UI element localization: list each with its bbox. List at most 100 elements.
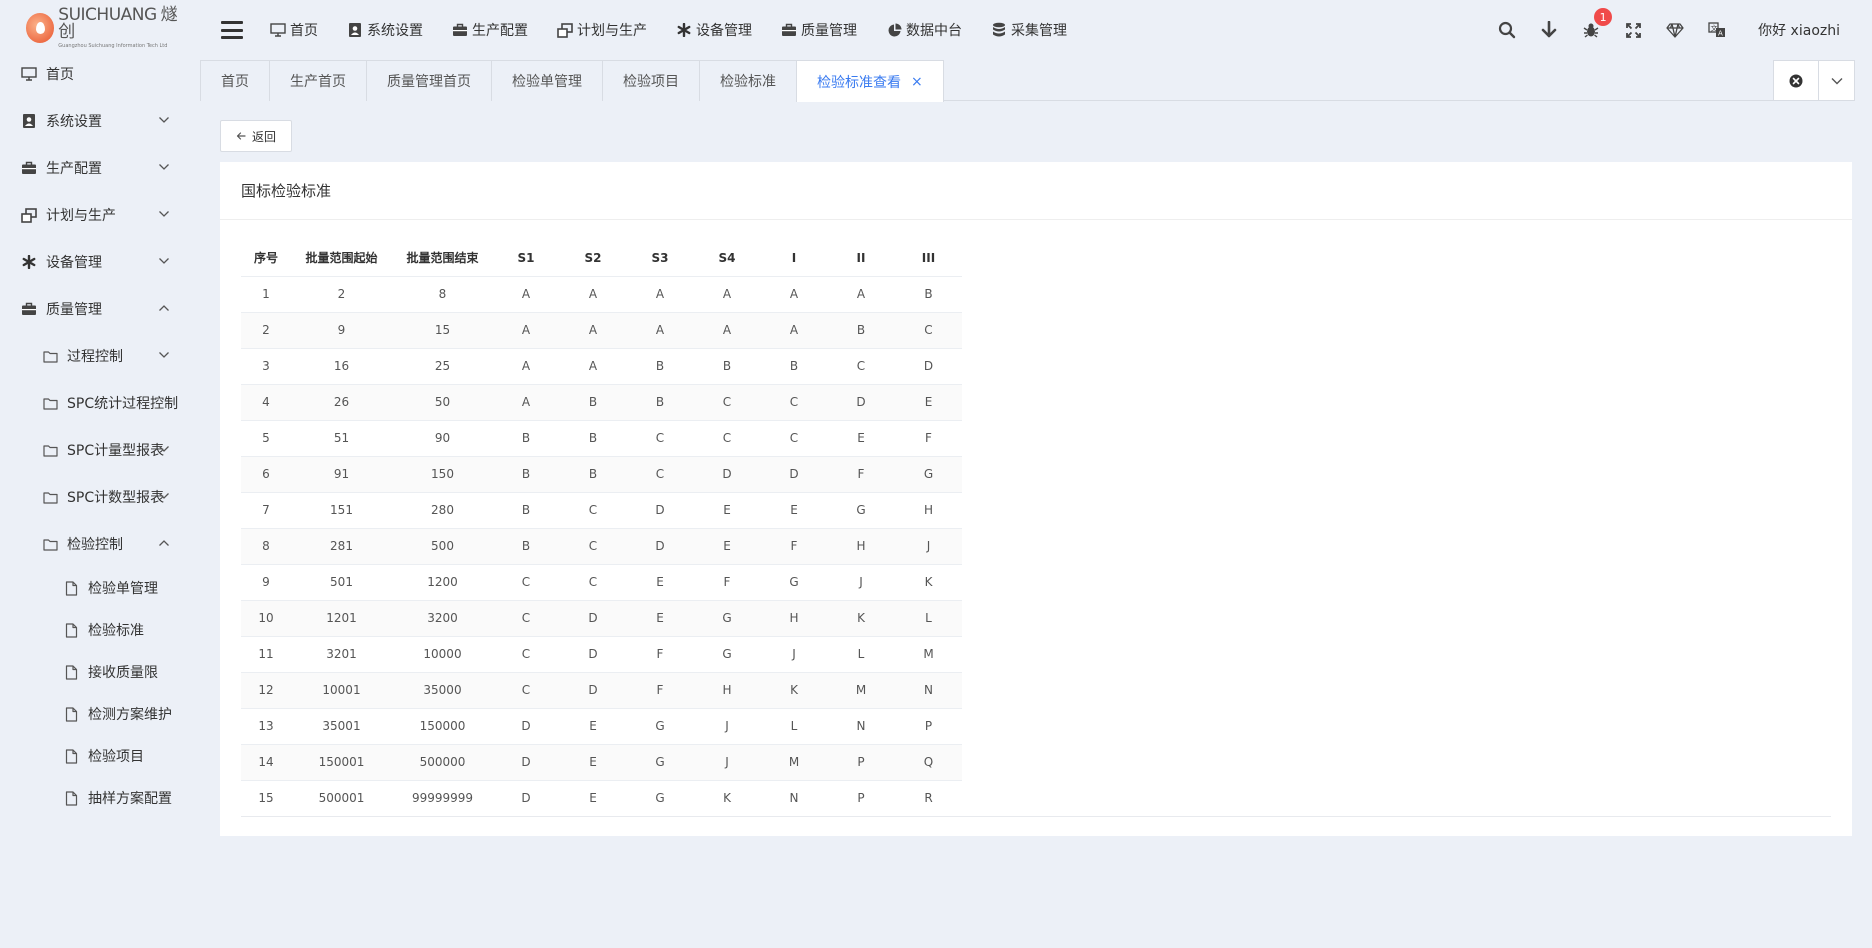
- sidebar-item[interactable]: 检验单管理: [0, 573, 190, 603]
- page-tab[interactable]: 质量管理首页: [366, 60, 492, 101]
- column-header: III: [921, 250, 936, 265]
- fullscreen-icon[interactable]: [1622, 19, 1644, 41]
- tab-options-chevron-down-icon[interactable]: [1818, 61, 1854, 100]
- search-icon[interactable]: [1496, 19, 1518, 41]
- table-cell: D: [493, 743, 559, 780]
- top-menu-item[interactable]: 计划与生产: [556, 20, 647, 40]
- table-cell: H: [827, 527, 895, 564]
- sidebar-item[interactable]: 设备管理: [0, 247, 190, 277]
- top-menu-item[interactable]: 首页: [269, 20, 318, 40]
- table-row: 128AAAAAAB: [241, 275, 962, 312]
- page-tab[interactable]: 检验单管理: [491, 60, 603, 101]
- chevron-up-icon: [158, 302, 170, 314]
- table-cell: B: [827, 311, 895, 348]
- table-cell: A: [559, 275, 627, 312]
- sidebar-item[interactable]: 抽样方案配置: [0, 783, 190, 813]
- chevron-down-icon: [158, 490, 170, 502]
- sidebar-item[interactable]: 生产配置: [0, 153, 190, 183]
- table-cell: 1201: [291, 599, 392, 636]
- table-cell: A: [761, 275, 827, 312]
- table-cell: C: [493, 671, 559, 708]
- table-cell: C: [493, 635, 559, 672]
- sidebar-item[interactable]: 质量管理: [0, 294, 190, 324]
- page-tab[interactable]: 首页: [200, 60, 270, 101]
- table-cell: 1: [241, 275, 291, 312]
- table-cell: D: [559, 599, 627, 636]
- menu-toggle-icon[interactable]: [221, 21, 243, 39]
- table-cell: B: [493, 491, 559, 528]
- notification-badge: 1: [1594, 8, 1613, 26]
- sidebar-item[interactable]: 系统设置: [0, 106, 190, 136]
- sidebar-item[interactable]: 检测方案维护: [0, 699, 190, 729]
- sidebar-item[interactable]: 检验项目: [0, 741, 190, 771]
- table-cell: L: [761, 707, 827, 744]
- sidebar-item[interactable]: 计划与生产: [0, 200, 190, 230]
- folder-icon: [41, 347, 59, 365]
- page-tab[interactable]: 检验项目: [602, 60, 700, 101]
- sidebar-item-label: 质量管理: [46, 302, 102, 318]
- top-menu-item-label: 数据中台: [906, 23, 962, 39]
- page-tab[interactable]: 检验标准查看 ×: [796, 60, 944, 102]
- top-menu-item-label: 质量管理: [801, 23, 857, 39]
- table-cell: B: [693, 347, 761, 384]
- table-row: 2 9 15 A A A A A B C: [241, 311, 962, 348]
- sidebar-item[interactable]: 检验标准: [0, 615, 190, 645]
- close-all-tabs-icon[interactable]: [1774, 61, 1818, 100]
- table-cell: 15: [392, 311, 493, 348]
- user-greeting[interactable]: 你好 xiaozhi: [1758, 20, 1840, 40]
- top-menu-item[interactable]: 质量管理: [780, 20, 857, 40]
- table-cell: 14: [241, 743, 291, 780]
- table-cell: 50: [392, 383, 493, 420]
- table-cell: F: [895, 419, 962, 456]
- table-cell: 5: [241, 419, 291, 456]
- sidebar-item[interactable]: SPC计数型报表: [0, 482, 190, 512]
- sidebar-item[interactable]: 过程控制: [0, 341, 190, 371]
- chevron-up-icon: [158, 537, 170, 549]
- brand-logo[interactable]: SUICHUANG 燧创 Guangzhou Suichuang Informat…: [26, 7, 186, 49]
- sidebar-item[interactable]: 检验控制: [0, 529, 190, 559]
- table-cell: B: [493, 527, 559, 564]
- sidebar-item-label: 生产配置: [46, 161, 102, 177]
- top-menu-item[interactable]: 生产配置: [451, 20, 528, 40]
- sidebar-item[interactable]: 接收质量限: [0, 657, 190, 687]
- table-cell: J: [827, 563, 895, 600]
- tab-list: 首页 生产首页 质量管理首页 检验单管理 检验项目 检验标准 检验标准查看 ×: [200, 60, 944, 102]
- page-tab-label: 检验标准查看: [817, 74, 901, 91]
- sidebar-item[interactable]: 首页: [0, 59, 190, 89]
- table-cell: 6: [241, 455, 291, 492]
- sidebar-item-label: 首页: [46, 67, 74, 83]
- close-tab-icon[interactable]: ×: [911, 74, 923, 90]
- diamond-icon[interactable]: [1664, 19, 1686, 41]
- download-arrow-icon[interactable]: [1538, 19, 1560, 41]
- table-cell: Q: [895, 743, 962, 780]
- top-menu-item[interactable]: 设备管理: [675, 20, 752, 40]
- table-cell: E: [693, 491, 761, 528]
- page-tab[interactable]: 检验标准: [699, 60, 797, 101]
- back-button[interactable]: 返回: [220, 120, 293, 152]
- windows-icon: [20, 206, 38, 224]
- top-menu-item[interactable]: 系统设置: [346, 20, 423, 40]
- bug-notification-icon[interactable]: 1: [1580, 8, 1613, 41]
- table-cell: E: [559, 779, 627, 816]
- language-icon[interactable]: 文A: [1706, 19, 1728, 41]
- table-cell: J: [895, 527, 962, 564]
- sidebar-item[interactable]: SPC计量型报表: [0, 435, 190, 465]
- table-cell: F: [761, 527, 827, 564]
- table-cell: 500000: [392, 743, 493, 780]
- sidebar-item[interactable]: SPC统计过程控制: [0, 388, 190, 418]
- table-cell: J: [693, 707, 761, 744]
- table-cell: 26: [291, 383, 392, 420]
- top-menu-item[interactable]: 采集管理: [990, 20, 1067, 40]
- panel-title: 国标检验标准: [220, 162, 1852, 220]
- table-cell: A: [559, 311, 627, 348]
- table-cell: G: [827, 491, 895, 528]
- sidebar-item-label: SPC计数型报表: [67, 490, 165, 506]
- table-cell: B: [559, 455, 627, 492]
- top-menu: 首页 系统设置 生产配置 计划与生产 设备管理 质量管理 数据中台 采集管理: [269, 20, 1095, 40]
- top-menu-item[interactable]: 数据中台: [885, 20, 962, 40]
- inspection-standard-panel: 国标检验标准 序号 批量范围起始 批量范围结束 S1 S2 S3 S4 I II III 128A…: [220, 162, 1852, 836]
- asterisk-icon: [675, 22, 693, 38]
- page-tab-label: 检验标准: [720, 74, 776, 90]
- page-tab[interactable]: 生产首页: [269, 60, 367, 101]
- table-cell: D: [493, 779, 559, 816]
